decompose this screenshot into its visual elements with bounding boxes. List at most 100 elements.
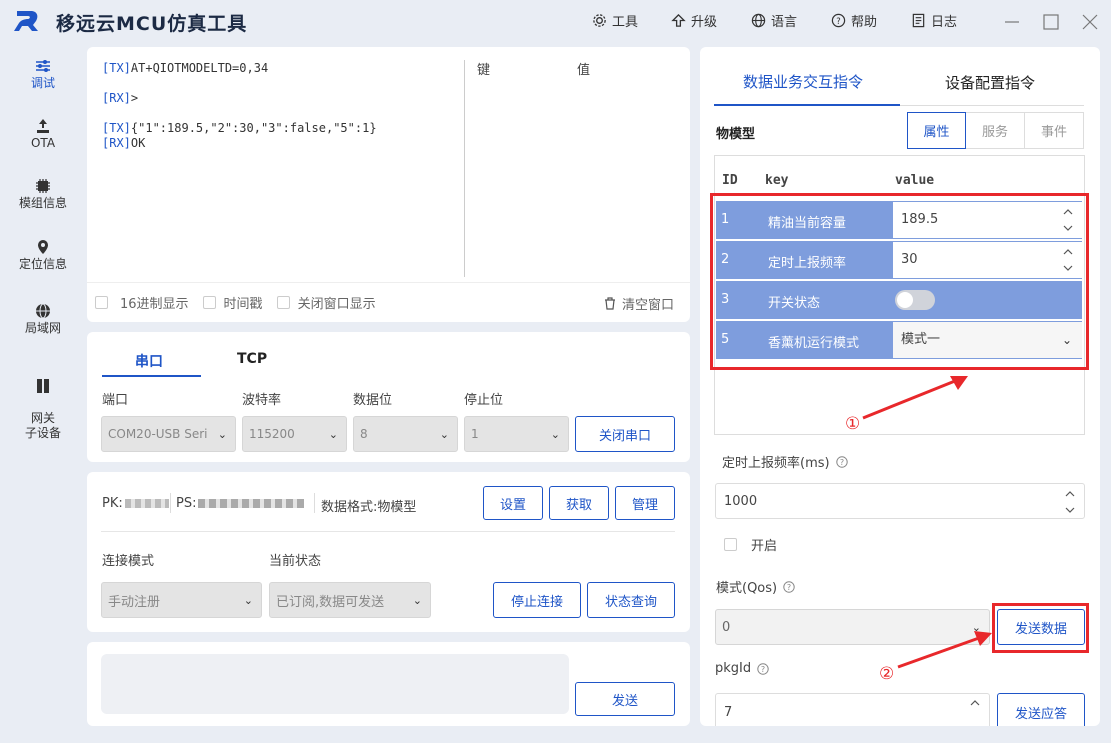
annotation-arrow-1-icon [862,376,968,420]
ps-field: PS: [176,496,305,511]
svg-text:?: ? [761,665,765,674]
log-text: > [130,91,139,105]
spinner-icon[interactable] [969,697,981,725]
qos-label: 模式(Qos) ? [716,577,795,596]
tab-serial[interactable]: 串口 [135,351,163,371]
pkgid-input[interactable]: 7 [715,693,990,726]
status-query-button[interactable]: 状态查询 [587,582,675,618]
log-text: {"1":189.5,"2":30,"3":false,"5":1} [130,121,377,135]
stop-connection-button[interactable]: 停止连接 [493,582,581,618]
timestamp-checkbox[interactable] [202,296,216,309]
report-frequency-value: 1000 [724,493,758,509]
log-line: [TX]AT+QIOTMODELTD=0,34 [102,61,452,91]
menu-upgrade[interactable]: 升级 [671,11,717,30]
port-value: COM20-USB Seri [108,427,208,441]
table-header-key: key [765,173,789,188]
maximize-icon[interactable] [1041,12,1061,32]
spinner-icon[interactable] [1064,488,1076,516]
fetch-button[interactable]: 获取 [549,486,609,520]
menu-log-label: 日志 [931,15,958,30]
menu-help[interactable]: ? 帮助 [831,11,877,30]
report-frequency-text: 定时上报频率(ms) [722,456,830,471]
hex-checkbox[interactable] [95,296,108,309]
send-input[interactable] [101,654,569,714]
sidebar-item-module-info-label: 模组信息 [18,196,67,210]
menu-help-label: 帮助 [851,15,878,30]
menu-language[interactable]: 语言 [751,11,797,30]
menu-log[interactable]: 日志 [911,11,957,30]
databits-value: 8 [360,427,368,441]
chevron-down-icon: ⌄ [439,427,449,441]
annotation-box-2 [992,603,1089,653]
help-icon: ? [783,580,795,593]
tab-baseline [900,105,1084,106]
annotation-arrow-2-icon [897,631,992,669]
log-line: [TX]{"1":189.5,"2":30,"3":false,"5":1} [102,121,452,136]
port-select[interactable]: COM20-USB Seri ⌄ [101,416,236,452]
app-logo-icon [14,11,38,31]
chevron-down-icon: ⌄ [243,593,253,607]
chip-icon [36,179,50,193]
annotation-marker-1: ① [845,414,861,434]
sidebar-item-ota[interactable]: OTA [0,118,86,151]
close-window-checkbox[interactable] [276,296,290,309]
tab-data-interaction[interactable]: 数据业务交互指令 [743,71,863,92]
pk-label: PK: [102,496,123,511]
kv-header-value: 值 [577,63,591,78]
enable-checkbox[interactable] [724,538,737,551]
pkgid-value: 7 [724,704,733,720]
baud-value: 115200 [249,427,295,441]
subtab-events[interactable]: 事件 [1025,112,1084,149]
arrow-up-icon [671,13,686,27]
log-prefix: [TX] [102,61,131,75]
thing-model-label: 物模型 [716,127,756,142]
help-icon: ? [757,662,769,675]
send-reply-button[interactable]: 发送应答 [997,693,1085,726]
minimize-icon[interactable] [1002,12,1022,32]
ps-label: PS: [176,496,197,511]
stopbits-select[interactable]: 1 ⌄ [464,416,569,452]
gear-icon [593,14,606,27]
clear-window-button[interactable]: 清空窗口 [604,294,674,313]
close-window-label: 关闭窗口显示 [297,297,376,312]
menu-tools[interactable]: 工具 [592,11,638,30]
tab-tcp[interactable]: TCP [237,351,267,367]
log-prefix: [RX] [102,136,131,150]
qos-text: 模式(Qos) [716,581,778,596]
svg-text:?: ? [839,458,843,467]
settings-button[interactable]: 设置 [483,486,543,520]
document-icon [912,13,925,28]
baud-label: 波特率 [242,393,282,408]
databits-select[interactable]: 8 ⌄ [353,416,458,452]
upload-icon [37,119,49,133]
qos-value: 0 [722,619,731,635]
manage-button[interactable]: 管理 [615,486,675,520]
sidebar-item-location[interactable]: 定位信息 [0,239,86,272]
sidebar-item-lan-label: 局域网 [24,321,61,335]
close-port-button[interactable]: 关闭串口 [575,416,675,452]
enable-option: 开启 [724,535,777,554]
sidebar-item-gateway[interactable]: 网关 子设备 [0,363,86,441]
sliders-icon [36,60,50,72]
sidebar-item-lan[interactable]: 局域网 [0,303,86,336]
connect-mode-select[interactable]: 手动注册 ⌄ [101,582,262,618]
chevron-down-icon: ⌄ [217,427,227,441]
sidebar-item-module-info[interactable]: 模组信息 [0,178,86,211]
subtab-properties[interactable]: 属性 [907,112,966,149]
sidebar-item-debug[interactable]: 调试 [0,58,86,91]
chevron-down-icon: ⌄ [328,427,338,441]
subtab-services[interactable]: 服务 [966,112,1025,149]
stopbits-label: 停止位 [464,393,504,408]
report-frequency-input[interactable]: 1000 [715,483,1085,519]
current-state-select[interactable]: 已订阅,数据可发送 ⌄ [269,582,431,618]
divider [170,493,171,513]
ps-redacted [198,499,305,508]
send-button[interactable]: 发送 [575,682,675,716]
log-divider [464,60,465,277]
pkgid-text: pkgId [715,661,752,676]
globe-icon [751,13,766,28]
tab-device-config[interactable]: 设备配置指令 [945,72,1035,93]
close-icon[interactable] [1080,12,1100,32]
app-title: 移远云MCU仿真工具 [56,13,248,35]
baud-select[interactable]: 115200 ⌄ [242,416,347,452]
